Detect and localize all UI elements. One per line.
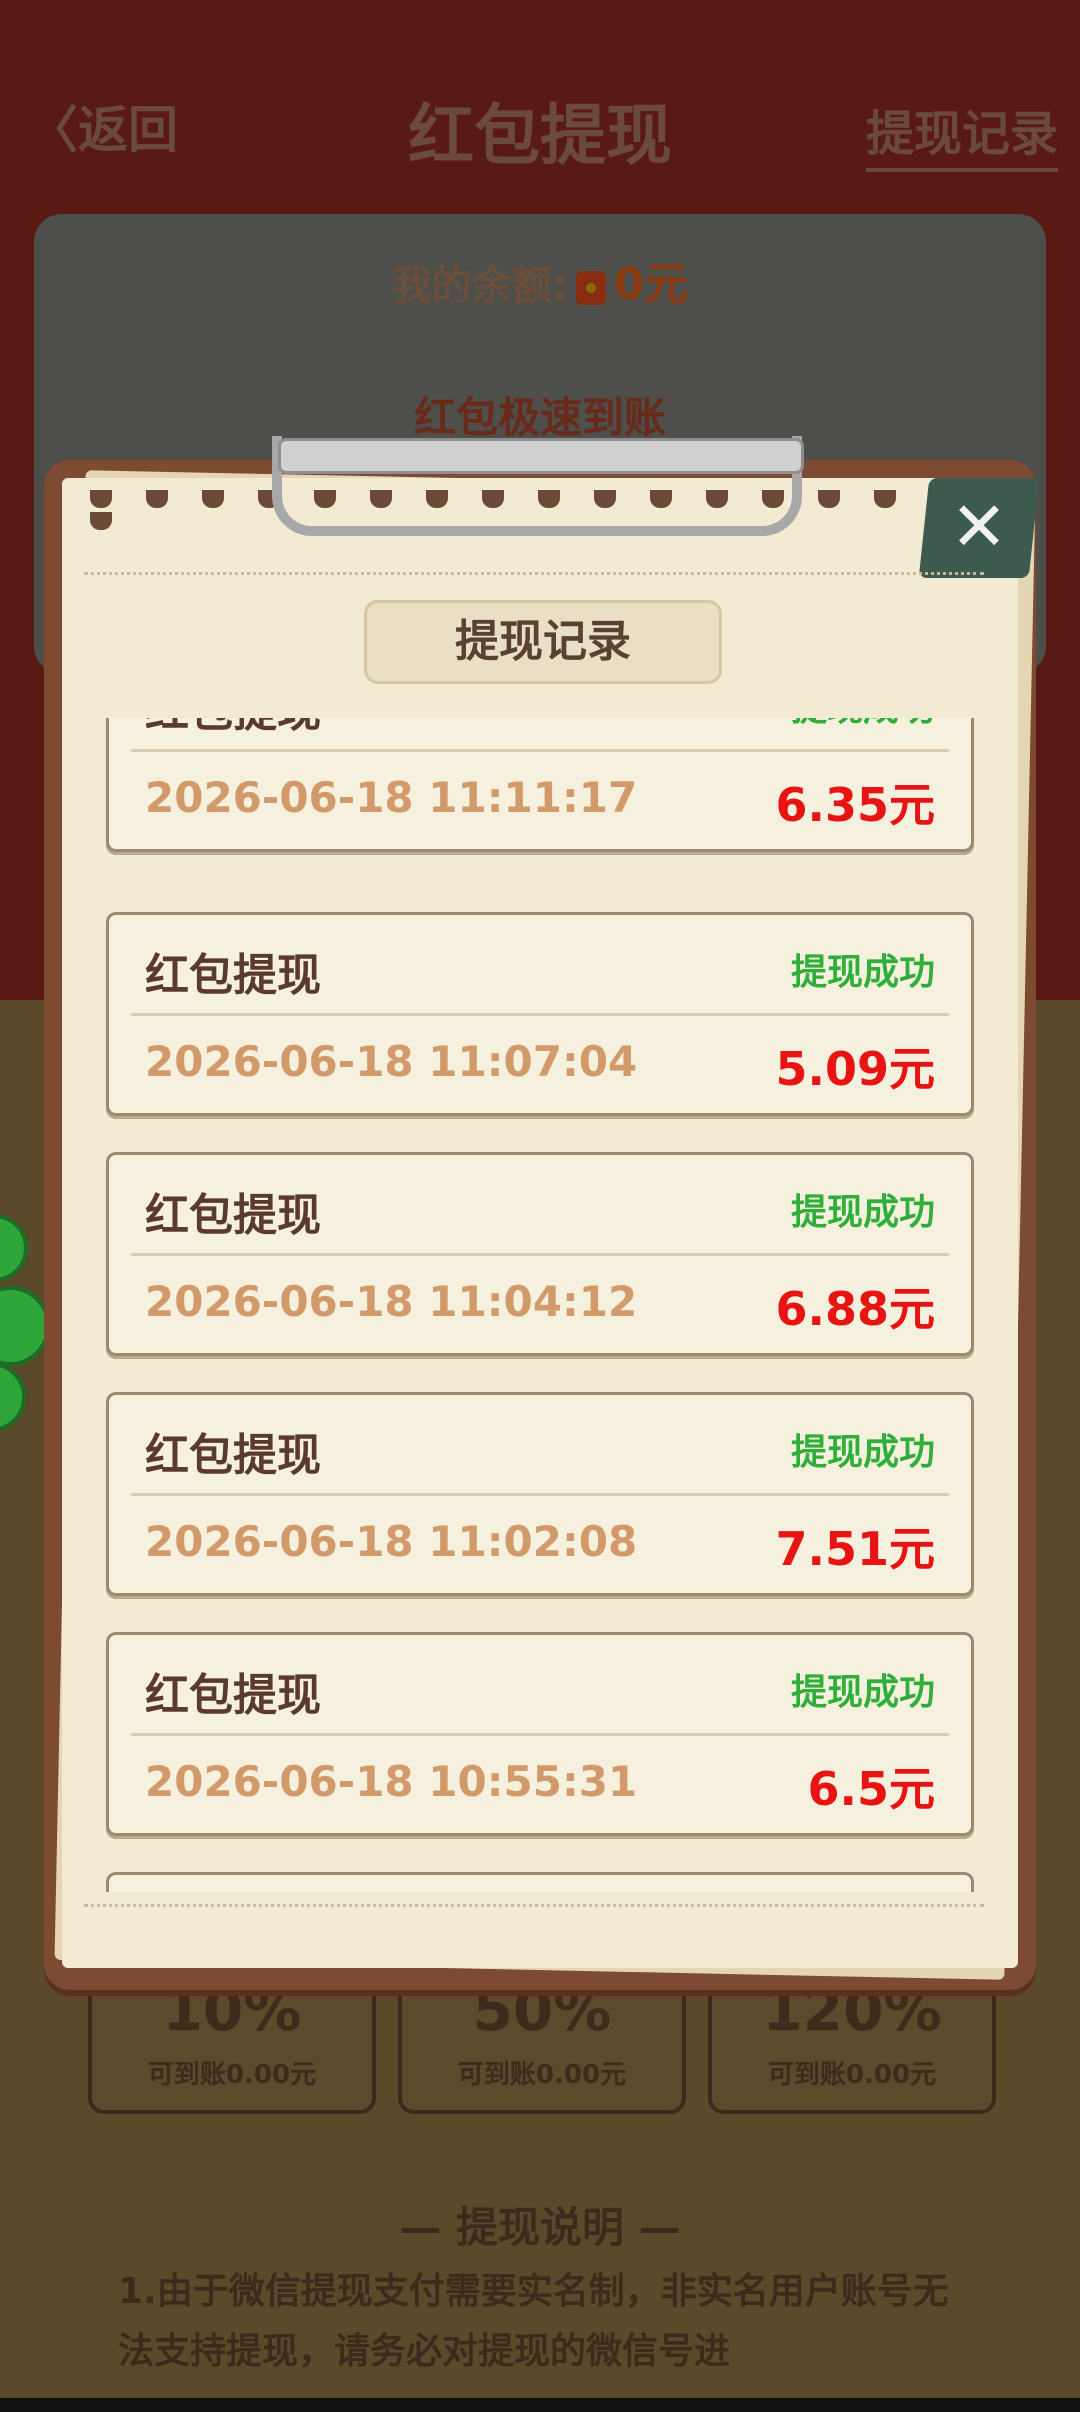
close-button[interactable]: ✕ (918, 478, 1040, 578)
withdraw-record-link[interactable]: 提现记录 (865, 94, 1058, 172)
balance-label: 我的余额: (391, 263, 568, 309)
close-icon: ✕ (950, 488, 1008, 567)
record-divider (131, 1253, 949, 1256)
modal-title: 提现记录 (364, 600, 722, 684)
record-status: 提现成功 (791, 718, 935, 731)
percent-arrival-label: 可到账0.00元 (767, 2060, 937, 2090)
record-divider (131, 749, 949, 752)
record-amount: 7.51元 (775, 1522, 936, 1576)
divider (84, 572, 984, 575)
record-amount: 6.88元 (775, 1282, 936, 1336)
balance-line: 我的余额: 0元 (34, 248, 1046, 312)
balance-amount: 0元 (613, 259, 689, 310)
nav-bar (0, 2398, 1080, 2412)
divider (84, 1904, 984, 1907)
record-divider (131, 1013, 949, 1016)
record-list[interactable]: 红包提现 提现成功 2026-06-18 11:11:17 6.35元 红包提现… (106, 718, 974, 1892)
top-bar: 〈返回 红包提现 提现记录 (0, 60, 1080, 190)
record-status: 提现成功 (790, 952, 935, 993)
record-divider (131, 1733, 949, 1736)
record-name: 红包提现 (145, 718, 321, 739)
record-time: 2026-06-18 11:02:08 (145, 1517, 638, 1566)
record-item: 红包提现 提现成功 2026-06-18 11:11:17 6.35元 (106, 718, 974, 852)
record-status: 提现成功 (790, 1672, 935, 1713)
record-item (106, 1872, 974, 1892)
explain-text: 1.由于微信提现支付需要实名制，非实名用户账号无法支持提现，请务必对提现的微信号… (118, 2271, 949, 2372)
record-item: 红包提现 提现成功 2026-06-18 11:02:08 7.51元 (106, 1392, 974, 1596)
record-name: 红包提现 (145, 1670, 321, 1721)
record-amount: 6.35元 (775, 778, 936, 832)
record-divider (131, 1493, 949, 1496)
record-name: 红包提现 (145, 1190, 321, 1241)
record-time: 2026-06-18 11:07:04 (145, 1037, 638, 1086)
record-time: 2026-06-18 10:55:31 (145, 1757, 638, 1806)
percent-arrival-label: 可到账0.00元 (147, 2060, 317, 2090)
percent-arrival-label: 可到账0.00元 (457, 2060, 627, 2090)
record-item: 红包提现 提现成功 2026-06-18 11:04:12 6.88元 (106, 1152, 974, 1356)
record-name: 红包提现 (145, 950, 321, 1001)
record-status: 提现成功 (790, 1432, 935, 1473)
clipboard-bar (278, 438, 804, 474)
record-status: 提现成功 (790, 1192, 935, 1233)
record-name: 红包提现 (145, 1430, 321, 1481)
record-item: 红包提现 提现成功 2026-06-18 10:55:31 6.5元 (106, 1632, 974, 1836)
record-amount: 5.09元 (775, 1042, 936, 1096)
record-amount: 6.5元 (807, 1762, 936, 1816)
record-item: 红包提现 提现成功 2026-06-18 11:07:04 5.09元 (106, 912, 974, 1116)
record-time: 2026-06-18 11:04:12 (145, 1277, 638, 1326)
red-envelope-icon (575, 271, 606, 305)
explain-title: — 提现说明 — (399, 2203, 681, 2252)
record-time: 2026-06-18 11:11:17 (145, 773, 638, 822)
